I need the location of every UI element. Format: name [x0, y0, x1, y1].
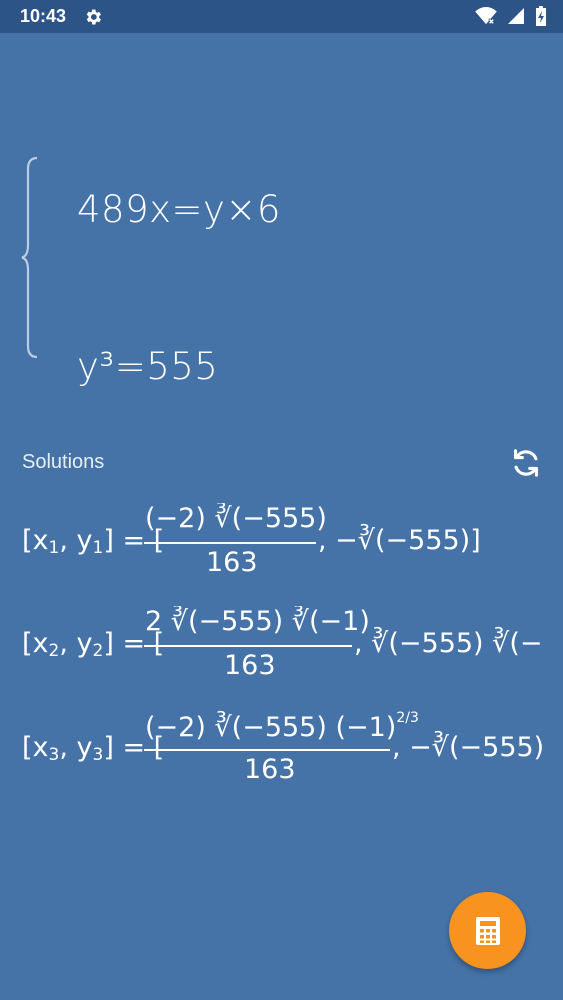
solutions-heading: Solutions: [22, 451, 105, 473]
equation-2[interactable]: y³=555: [77, 345, 218, 388]
fraction-bar: [144, 645, 352, 647]
solution-3-denominator: 163: [244, 754, 296, 785]
status-bar: 10:43: [0, 0, 563, 33]
exponent: 2/3: [396, 710, 419, 726]
calculator-icon: [475, 916, 500, 945]
screen: 10:43 489x=y×6 y³=555 Solutions [x1, y1]…: [0, 0, 563, 1000]
solution-3-lhs: [x3, y3] = [: [22, 732, 165, 765]
solution-2-lhs: [x2, y2] = [: [22, 628, 165, 661]
status-time: 10:43: [20, 6, 67, 26]
wifi-icon: [475, 7, 497, 25]
solution-1-numerator: (−2) ∛(−555): [145, 503, 327, 534]
calculator-fab-button[interactable]: [449, 892, 526, 969]
signal-icon: [508, 8, 524, 24]
solution-1[interactable]: [x1, y1] = [ (−2) ∛(−555) 163 , −∛(−555)…: [22, 503, 542, 593]
solution-3[interactable]: [x3, y3] = [ (−2) ∛(−555) (−1)2/3 163 , …: [22, 710, 542, 800]
solution-3-numerator: (−2) ∛(−555) (−1)2/3: [145, 710, 419, 743]
solution-2-tail: , ∛(−555) ∛(−1): [354, 628, 542, 659]
battery-icon: [536, 6, 546, 26]
solution-2-denominator: 163: [224, 650, 276, 681]
solution-2[interactable]: [x2, y2] = [ 2 ∛(−555) ∛(−1) 163 , ∛(−55…: [22, 606, 542, 696]
system-icons: [475, 6, 547, 26]
solution-1-denominator: 163: [206, 547, 258, 578]
solution-2-numerator: 2 ∛(−555) ∛(−1): [145, 606, 370, 637]
gear-icon: [86, 9, 101, 25]
fraction-bar: [144, 542, 316, 544]
solution-3-tail: , −∛(−555) (: [392, 732, 542, 763]
equation-1[interactable]: 489x=y×6: [77, 188, 281, 231]
refresh-icon[interactable]: [509, 446, 543, 480]
fraction-bar: [144, 749, 390, 751]
solution-1-lhs: [x1, y1] = [: [22, 525, 165, 558]
system-brace: [21, 156, 38, 359]
solution-1-tail: , −∛(−555)]: [318, 525, 481, 556]
